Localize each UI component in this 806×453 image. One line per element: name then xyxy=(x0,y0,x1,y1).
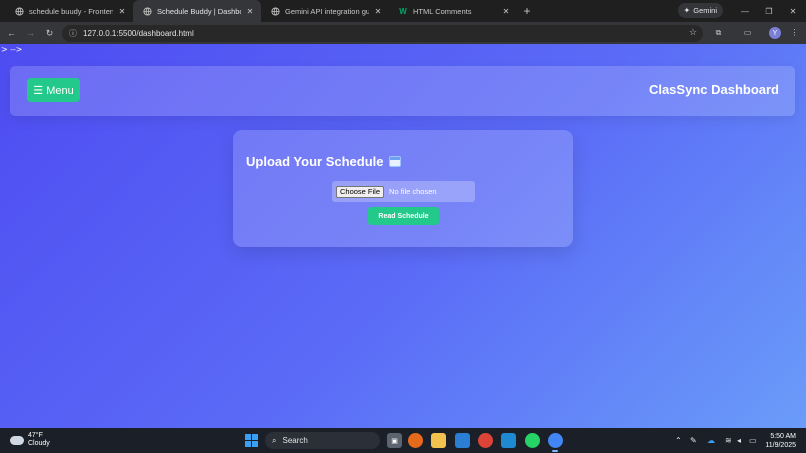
tab-title: Gemini API integration guide xyxy=(285,6,369,16)
stray-comment-text: > --> xyxy=(1,45,23,54)
url-text: 127.0.0.1:5500/dashboard.html xyxy=(83,29,194,38)
tab-title: schedule buudy - Frontend setu xyxy=(29,6,113,16)
task-view-icon[interactable]: ▣ xyxy=(387,433,402,448)
close-icon[interactable]: ✕ xyxy=(501,6,511,16)
clock-time: 5:50 AM xyxy=(770,433,796,440)
taskbar-search[interactable]: ⌕ Search xyxy=(265,432,380,449)
calendar-icon xyxy=(389,156,402,167)
extensions-icon[interactable]: ⧉ xyxy=(710,24,727,41)
bookmark-star-icon[interactable]: ☆ xyxy=(689,27,697,38)
dashboard-title: ClasSync Dashboard xyxy=(648,82,779,97)
tab-schedule-buddy-dashboard[interactable]: Schedule Buddy | Dashboard ✕ xyxy=(133,0,261,22)
outlook-icon[interactable] xyxy=(455,433,470,448)
gemini-label: Gemini xyxy=(693,6,717,15)
file-input[interactable]: Choose File No file chosen xyxy=(332,181,475,202)
no-file-text: No file chosen xyxy=(389,187,437,196)
choose-file-button[interactable]: Choose File xyxy=(336,185,385,198)
chrome-active-icon[interactable] xyxy=(548,433,563,448)
profile-avatar[interactable]: Y xyxy=(769,27,781,39)
w3schools-icon: W xyxy=(399,6,407,16)
globe-icon xyxy=(14,6,24,16)
reload-icon[interactable]: ↻ xyxy=(40,24,59,43)
weather-temp: 47°F xyxy=(28,432,43,439)
active-app-indicator xyxy=(552,450,558,452)
file-explorer-icon[interactable] xyxy=(431,433,446,448)
tab-html-comments[interactable]: W HTML Comments ✕ xyxy=(389,0,517,22)
read-schedule-button[interactable]: Read Schedule xyxy=(368,207,439,225)
upload-card: Upload Your Schedule Choose File No file… xyxy=(233,130,573,247)
menu-button[interactable]: ☰ Menu xyxy=(27,78,80,102)
wifi-icon[interactable]: ≋ xyxy=(725,436,732,445)
upload-card-heading: Upload Your Schedule xyxy=(246,154,402,169)
close-icon[interactable]: ✕ xyxy=(373,6,383,16)
close-icon[interactable]: ✕ xyxy=(117,6,127,16)
back-icon[interactable]: ← xyxy=(2,24,21,43)
windows-start-icon[interactable] xyxy=(245,434,258,447)
search-icon: ⌕ xyxy=(272,435,277,445)
volume-icon[interactable]: ◂ xyxy=(737,436,741,445)
forward-icon[interactable]: → xyxy=(21,24,40,43)
taskbar-clock[interactable]: 5:50 AM 11/9/2025 xyxy=(765,432,796,450)
pen-icon[interactable]: ✎ xyxy=(690,436,697,445)
battery-icon[interactable]: ▭ xyxy=(749,436,757,445)
more-menu-icon[interactable]: ⋮ xyxy=(786,24,803,41)
search-label: Search xyxy=(282,436,308,445)
new-tab-button[interactable]: + xyxy=(517,0,537,22)
weather-widget[interactable]: 47°F Cloudy xyxy=(10,432,50,448)
onedrive-icon[interactable]: ☁ xyxy=(707,436,715,445)
page-viewport: > --> ☰ Menu ClasSync Dashboard Upload Y… xyxy=(0,44,806,428)
chevron-up-icon[interactable]: ⌃ xyxy=(675,436,682,445)
dashboard-header: ☰ Menu ClasSync Dashboard xyxy=(10,66,795,116)
site-info-icon[interactable]: ⓘ xyxy=(69,28,77,39)
globe-icon xyxy=(142,6,152,16)
window-close-icon[interactable]: ✕ xyxy=(781,0,805,22)
chrome-icon[interactable] xyxy=(478,433,493,448)
address-bar[interactable]: ⓘ 127.0.0.1:5500/dashboard.html ☆ xyxy=(62,25,703,42)
cast-icon[interactable]: ▭ xyxy=(739,24,756,41)
restore-icon[interactable]: ❐ xyxy=(757,0,781,22)
tab-schedule-buudy[interactable]: schedule buudy - Frontend setu ✕ xyxy=(5,0,133,22)
weather-desc: Cloudy xyxy=(28,440,50,447)
minimize-icon[interactable]: — xyxy=(733,0,757,22)
taskbar: 47°F Cloudy ⌕ Search ▣ ⌃ ✎ ☁ ≋ ◂ ▭ 5:50 … xyxy=(0,428,806,453)
gemini-button[interactable]: ✦ Gemini xyxy=(677,3,723,18)
globe-icon xyxy=(270,6,280,16)
vscode-icon[interactable] xyxy=(501,433,516,448)
close-icon[interactable]: ✕ xyxy=(245,6,255,16)
tab-title: HTML Comments xyxy=(413,6,472,16)
firefox-icon[interactable] xyxy=(408,433,423,448)
tab-title: Schedule Buddy | Dashboard xyxy=(157,6,241,16)
whatsapp-icon[interactable] xyxy=(525,433,540,448)
clock-date: 11/9/2025 xyxy=(765,442,796,449)
sparkle-icon: ✦ xyxy=(683,6,691,15)
cloud-icon xyxy=(10,435,24,445)
tab-gemini-api-guide[interactable]: Gemini API integration guide ✕ xyxy=(261,0,389,22)
upload-title: Upload Your Schedule xyxy=(246,154,384,169)
